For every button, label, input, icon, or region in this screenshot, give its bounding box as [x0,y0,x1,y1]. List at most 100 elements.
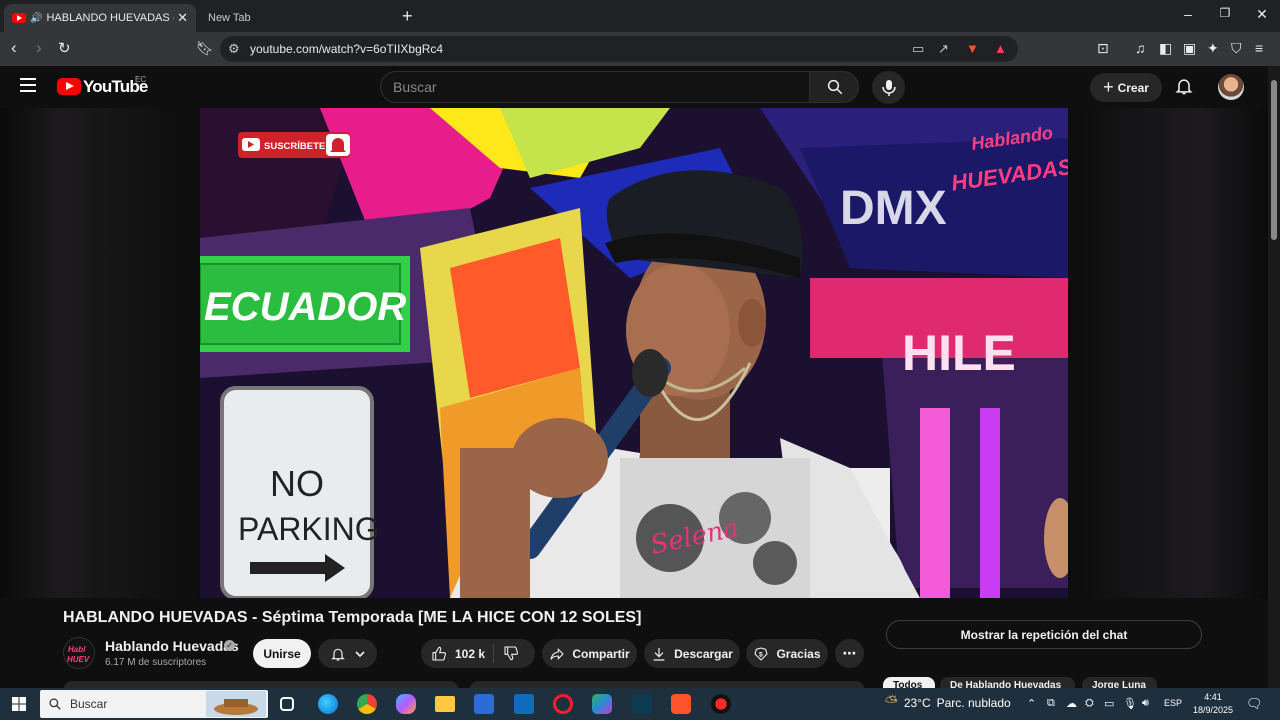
menu-icon[interactable]: ≡ [1255,40,1263,56]
new-tab-button[interactable]: + [402,6,413,27]
recording-app-icon[interactable] [711,694,731,714]
tab-youtube[interactable]: 🔊 HABLANDO HUEVADAS - Séptima Temporada … [4,4,196,32]
join-button[interactable]: Unirse [253,639,311,668]
subscription-bell-button[interactable] [318,639,377,668]
chevron-down-icon [354,650,365,657]
share-page-icon[interactable]: ↗ [938,41,949,57]
copilot-icon[interactable] [396,694,416,714]
edge-beta-icon[interactable] [592,694,612,714]
sign-chile: HILE [902,325,1016,381]
edge-icon[interactable] [318,694,338,714]
outlook-icon[interactable] [514,694,534,714]
svg-text:HUEV: HUEV [67,655,90,664]
share-icon [550,647,565,660]
dislike-button[interactable] [503,645,519,664]
cloud-sync-icon[interactable]: ⛭ [1085,697,1094,710]
search-icon [49,698,61,710]
task-view-icon[interactable] [280,697,294,711]
thanks-label: Gracias [776,646,821,661]
video-frame[interactable]: ECUADOR DMX HILE NO PARKING SUSCRÍBETE H… [200,108,1068,598]
download-button[interactable]: Descargar [644,639,740,668]
guide-menu-icon[interactable] [20,78,36,92]
site-info-icon[interactable]: ⚙︎ [228,41,240,57]
minimize-icon[interactable]: – [1178,6,1198,22]
onedrive-icon[interactable]: ☁ [1066,697,1077,710]
tray-app-icon[interactable]: ⧉ [1047,697,1055,710]
notifications-icon[interactable]: 🗨︎ [1246,696,1263,712]
address-bar[interactable]: ⚙︎ youtube.com/watch?v=6oTIIXbgRc4 ▭ ↗ ▼… [220,36,1018,62]
chrome-icon[interactable] [357,694,377,714]
youtube-favicon-icon [12,13,26,23]
video-player-area[interactable]: ECUADOR DMX HILE NO PARKING SUSCRÍBETE H… [0,108,1268,598]
chat-replay-label: Mostrar la repetición del chat [960,627,1128,642]
browser-toolbar: ‹ › ↻ 🔖︎ ⚙︎ youtube.com/watch?v=6oTIIXbg… [0,32,1280,66]
file-explorer-icon[interactable] [435,696,455,712]
thanks-button[interactable]: $ Gracias [746,639,828,668]
speaker-icon[interactable]: 🔊 [30,13,42,24]
windows-taskbar: Buscar ⛅︎ 23°C Parc. nublado ⌃ ⧉ ☁ ⛭ ▭ 🎙… [0,688,1280,720]
search-input[interactable] [393,72,793,102]
youtube-logo-icon[interactable] [57,78,81,95]
close-window-icon[interactable]: ✕ [1252,6,1272,23]
create-label: Crear [1117,80,1149,95]
store-icon[interactable] [474,694,494,714]
channel-name[interactable]: Hablando Huevadas [105,638,239,654]
youtube-header: YouTube EC + Crear [0,66,1268,108]
notifications-bell-icon[interactable] [1174,76,1194,96]
voice-search-button[interactable] [872,71,905,104]
share-label: Compartir [572,646,630,661]
channel-avatar[interactable]: Habl HUEV [63,637,95,669]
taskbar-search-box[interactable]: Buscar [40,690,268,718]
search-box [380,71,810,103]
brave-rewards-icon[interactable]: ▲ [994,41,1007,56]
back-icon[interactable]: ‹ [11,38,17,58]
account-avatar[interactable] [1218,74,1244,100]
brave-icon[interactable] [671,694,691,714]
tab-search-icon[interactable]: ⊡ [1097,40,1109,57]
plus-icon: + [1103,77,1114,97]
bookmark-icon[interactable]: 🔖︎ [196,40,214,57]
show-hidden-icons-icon[interactable]: ⌃ [1027,697,1036,710]
media-icon[interactable]: ♫ [1135,40,1146,56]
join-label: Unirse [263,646,301,661]
country-code: EC [135,75,147,84]
vpn-icon[interactable]: ⛉ [1231,40,1242,57]
windows-start-icon[interactable] [12,697,26,711]
brave-shields-icon[interactable]: ▼ [966,41,979,56]
url-text[interactable]: youtube.com/watch?v=6oTIIXbgRc4 [250,42,443,56]
search-button[interactable] [809,71,859,103]
opera-icon[interactable] [553,694,573,714]
share-button[interactable]: Compartir [542,639,637,668]
weather-widget[interactable]: ⛅︎ 23°C Parc. nublado [885,694,1011,712]
tab-new-tab[interactable]: New Tab [200,4,390,32]
taskbar-search-label: Buscar [70,697,108,711]
volume-icon[interactable]: 🔊︎ [1142,697,1149,710]
sidebar-icon[interactable]: ◧ [1159,40,1172,57]
microphone-tray-icon[interactable]: 🎙︎ [1123,697,1137,710]
more-actions-button[interactable]: ⋯ [835,639,864,668]
scrollbar-thumb[interactable] [1271,80,1277,240]
network-icon[interactable]: ▭ [1104,697,1114,710]
tab-title: New Tab [208,12,251,24]
close-tab-icon[interactable]: ✕ [177,10,188,26]
input-language[interactable]: ESP [1164,698,1182,708]
taskbar-clock[interactable]: 4:41 18/9/2025 [1190,691,1236,717]
sign-dmx: DMX [840,182,947,235]
weather-temp: 23°C [903,696,931,710]
reload-icon[interactable]: ↻ [58,39,71,57]
movies-app-icon[interactable] [632,694,652,714]
microphone-icon [882,80,896,96]
cast-icon[interactable]: ▭ [912,41,924,57]
like-button[interactable]: 102 k [421,646,485,662]
wallet-icon[interactable]: ▣ [1183,40,1196,57]
show-chat-replay-button[interactable]: Mostrar la repetición del chat [886,620,1202,649]
page-scrollbar[interactable] [1268,66,1280,688]
forward-icon[interactable]: › [36,38,42,58]
svg-text:Habl: Habl [68,645,86,654]
channel-logo-icon: HablHUEV [64,638,94,668]
create-button[interactable]: + Crear [1090,73,1162,102]
tab-title: HABLANDO HUEVADAS - Séptima Temporada [M… [46,12,174,24]
super-thanks-icon: $ [754,646,769,661]
leo-ai-icon[interactable]: ✦ [1207,40,1219,57]
restore-icon[interactable]: ❐ [1215,6,1235,20]
